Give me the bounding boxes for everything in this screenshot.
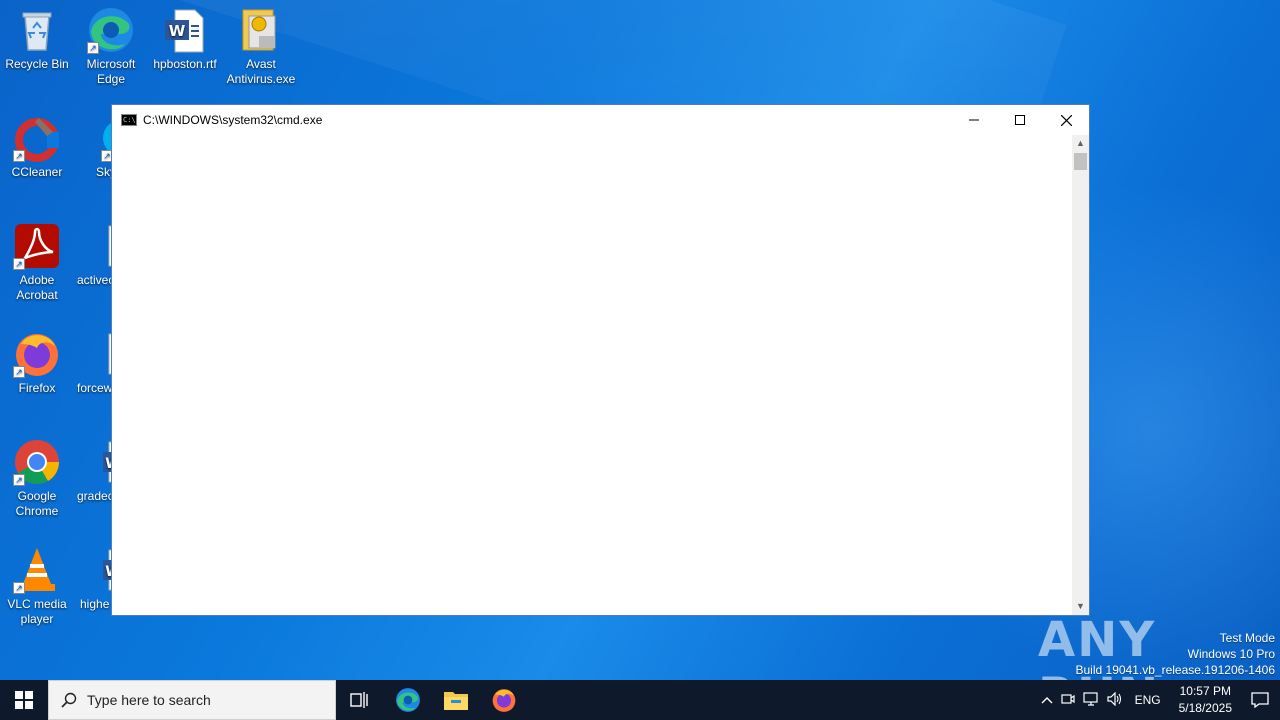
taskbar-search-box[interactable]: Type here to search: [48, 680, 336, 720]
svg-text:W: W: [169, 22, 186, 40]
desktop-icon-label: VLC media player: [7, 597, 67, 626]
volume-icon[interactable]: [1106, 691, 1123, 709]
desktop-icon-acrobat[interactable]: ↗ Adobe Acrobat: [0, 222, 74, 303]
recycle-bin-icon: [13, 6, 61, 54]
file-explorer-icon: [444, 692, 468, 710]
desktop-icon-label: Microsoft Edge: [86, 57, 136, 86]
folder-exe-icon: [237, 6, 285, 54]
language-indicator[interactable]: ENG: [1135, 693, 1161, 707]
cmd-window[interactable]: C:\ C:\WINDOWS\system32\cmd.exe ▲ ▼: [111, 104, 1090, 616]
desktop-icon-chrome[interactable]: ↗ Google Chrome: [0, 438, 74, 519]
shortcut-arrow-icon: ↗: [13, 366, 25, 378]
chrome-icon: ↗: [13, 438, 61, 486]
task-view-button[interactable]: [336, 680, 384, 720]
desktop-icon-vlc[interactable]: ↗ VLC media player: [0, 546, 74, 627]
taskbar: Type here to search ENG 10:57 PM 5/18/20…: [0, 680, 1280, 720]
shortcut-arrow-icon: ↗: [87, 42, 99, 54]
desktop-icon-avast[interactable]: Avast Antivirus.exe: [224, 6, 298, 87]
word-document-icon: W: [161, 6, 209, 54]
acrobat-icon: ↗: [13, 222, 61, 270]
taskbar-edge-button[interactable]: [384, 680, 432, 720]
ccleaner-icon: ↗: [13, 114, 61, 162]
desktop-icon-hpboston[interactable]: W hpboston.rtf: [148, 6, 222, 72]
edge-icon: [396, 688, 420, 712]
desktop-icon-label: Recycle Bin: [5, 57, 69, 71]
test-mode-label: Test Mode: [1219, 631, 1275, 645]
window-title: C:\WINDOWS\system32\cmd.exe: [143, 113, 323, 127]
shortcut-arrow-icon: ↗: [13, 582, 25, 594]
vlc-icon: ↗: [13, 546, 61, 594]
network-icon[interactable]: [1082, 691, 1099, 709]
taskbar-file-explorer-button[interactable]: [432, 680, 480, 720]
windows-edition-label: Windows 10 Pro: [1187, 647, 1275, 661]
start-button[interactable]: [0, 680, 48, 720]
build-label: Build 19041.vb_release.191206-1406: [1075, 663, 1276, 677]
clock-time: 10:57 PM: [1179, 684, 1231, 698]
scroll-thumb[interactable]: [1074, 153, 1087, 170]
desktop-icon-label: Firefox: [18, 381, 56, 395]
firefox-icon: [492, 689, 516, 712]
console-output[interactable]: [112, 135, 1072, 615]
desktop-icon-label: Avast Antivirus.exe: [226, 57, 296, 86]
desktop-icon-label: Google Chrome: [15, 489, 59, 518]
windows-logo-icon: [15, 691, 33, 709]
cmd-icon: C:\: [121, 114, 137, 126]
minimize-icon: [969, 119, 979, 121]
maximize-icon: [1015, 115, 1025, 125]
test-mode-watermark: Test Mode Windows 10 Pro Build 19041.vb_…: [1076, 630, 1276, 678]
shortcut-arrow-icon: ↗: [13, 150, 25, 162]
clock-date: 5/18/2025: [1178, 701, 1232, 715]
desktop-icon-firefox[interactable]: ↗ Firefox: [0, 330, 74, 396]
meet-now-icon[interactable]: [1060, 692, 1075, 709]
clock[interactable]: 10:57 PM 5/18/2025: [1179, 683, 1232, 717]
search-icon: [61, 692, 77, 708]
minimize-button[interactable]: [951, 105, 997, 135]
notification-icon: [1251, 692, 1269, 708]
edge-icon: ↗: [87, 6, 135, 54]
firefox-icon: ↗: [13, 330, 61, 378]
desktop-icon-label: CCleaner: [11, 165, 63, 179]
close-button[interactable]: [1043, 105, 1089, 135]
taskbar-firefox-button[interactable]: [480, 680, 528, 720]
maximize-button[interactable]: [997, 105, 1043, 135]
desktop-icon-recycle-bin[interactable]: Recycle Bin: [0, 6, 74, 72]
desktop-icon-label: Adobe Acrobat: [16, 273, 58, 302]
desktop-icon-label: hpboston.rtf: [153, 57, 217, 71]
system-tray: ENG 10:57 PM 5/18/2025: [1037, 680, 1280, 720]
close-icon: [1060, 114, 1072, 126]
window-titlebar[interactable]: C:\ C:\WINDOWS\system32\cmd.exe: [112, 105, 1089, 135]
desktop-icon-ccleaner[interactable]: ↗ CCleaner: [0, 114, 74, 180]
desktop-icon-edge[interactable]: ↗ Microsoft Edge: [74, 6, 148, 87]
show-hidden-icons-chevron-icon[interactable]: [1041, 693, 1053, 707]
scroll-up-arrow-icon[interactable]: ▲: [1072, 135, 1089, 152]
search-placeholder: Type here to search: [87, 692, 211, 708]
task-view-icon: [350, 692, 368, 708]
shortcut-arrow-icon: ↗: [13, 474, 25, 486]
shortcut-arrow-icon: ↗: [13, 258, 25, 270]
action-center-button[interactable]: [1240, 680, 1280, 720]
vertical-scrollbar[interactable]: ▲ ▼: [1072, 135, 1089, 615]
